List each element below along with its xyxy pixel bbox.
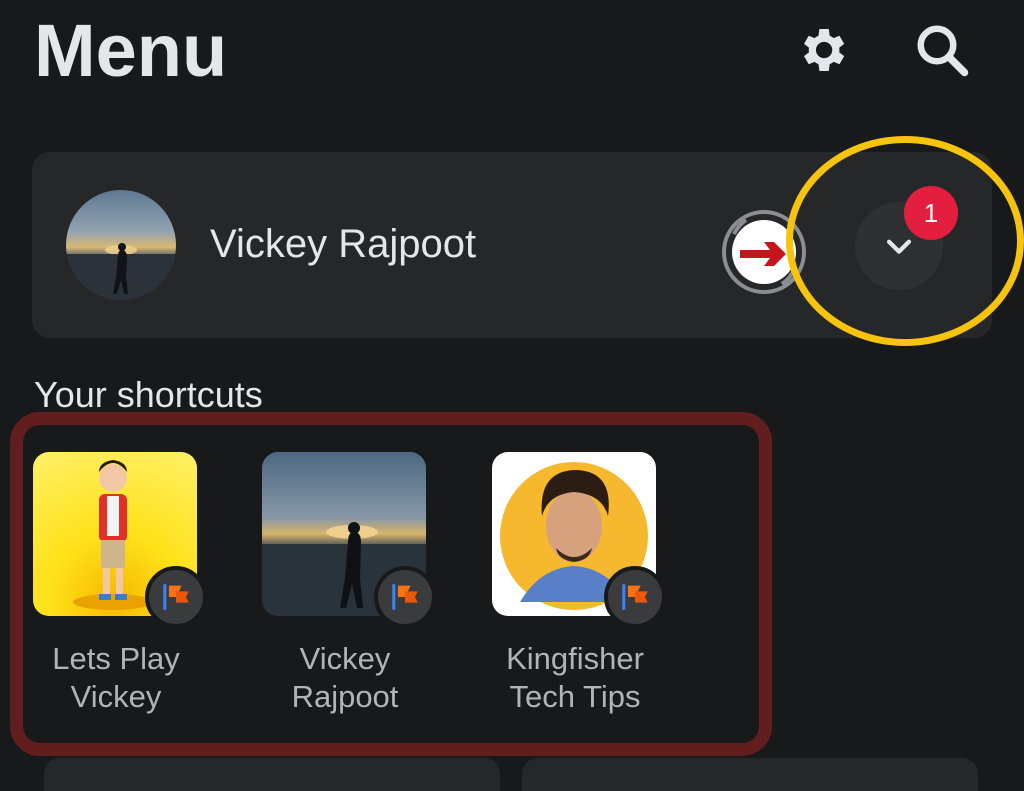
- shortcut-item[interactable]: Kingfisher Tech Tips: [492, 452, 666, 732]
- shortcut-label-line2: Rajpoot: [291, 679, 399, 714]
- shortcut-label-line1: Kingfisher: [506, 641, 644, 676]
- shortcut-label-line1: Vickey: [299, 641, 391, 676]
- page-title: Menu: [34, 9, 228, 92]
- search-icon: [917, 25, 969, 77]
- avatar: [66, 190, 176, 300]
- highlight-ring: [786, 136, 1024, 346]
- search-button[interactable]: [910, 18, 974, 82]
- page-flag-icon: [163, 584, 189, 610]
- page-flag-badge: [604, 566, 666, 628]
- page-flag-badge: [374, 566, 436, 628]
- menu-card[interactable]: [522, 758, 978, 791]
- shortcut-item[interactable]: Vickey Rajpoot: [262, 452, 436, 732]
- profile-name[interactable]: Vickey Rajpoot: [210, 222, 476, 267]
- shortcut-label-line1: Lets Play: [52, 641, 180, 676]
- gear-icon: [804, 29, 845, 71]
- shortcut-label-line2: Vickey: [70, 679, 162, 714]
- settings-button[interactable]: [790, 18, 854, 82]
- shortcuts-title: Your shortcuts: [34, 374, 263, 415]
- page-flag-badge: [145, 566, 207, 628]
- shortcut-label-line2: Tech Tips: [509, 679, 641, 714]
- menu-card[interactable]: [44, 758, 500, 791]
- menu-screen: Menu Vickey Rajpoot 1 Your shortcuts Let…: [0, 0, 1024, 791]
- page-flag-icon: [392, 584, 418, 610]
- page-flag-icon: [622, 584, 648, 610]
- shortcut-item[interactable]: Lets Play Vickey: [33, 452, 207, 732]
